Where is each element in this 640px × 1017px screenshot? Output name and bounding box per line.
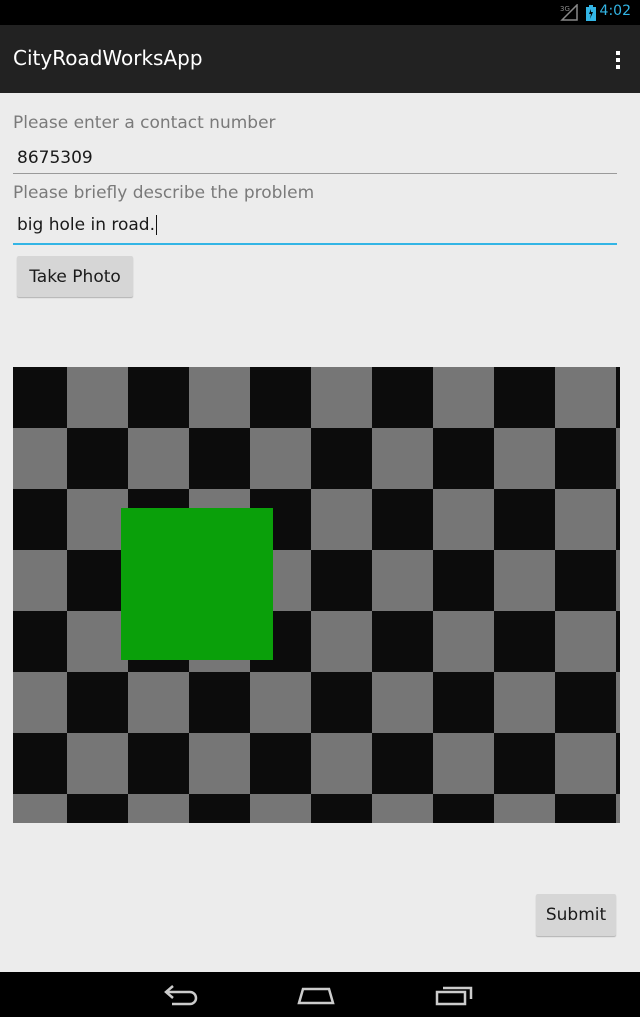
- checkerboard-photo: [13, 367, 620, 823]
- checker-square: [128, 428, 189, 489]
- problem-description-value: big hole in road.: [17, 215, 156, 235]
- checker-square: [555, 367, 616, 428]
- checker-square: [372, 794, 433, 823]
- checker-square: [67, 611, 128, 672]
- checker-square: [250, 672, 311, 733]
- home-icon[interactable]: [296, 984, 336, 1006]
- clock: 4:02: [599, 3, 631, 19]
- checker-square: [616, 550, 620, 611]
- checker-square: [128, 672, 189, 733]
- status-bar: 3G 4:02: [0, 0, 640, 25]
- checker-square: [555, 733, 616, 794]
- checker-square: [13, 428, 67, 489]
- checker-square: [13, 672, 67, 733]
- checker-square: [311, 611, 372, 672]
- contact-number-field[interactable]: [13, 142, 617, 174]
- checker-square: [311, 489, 372, 550]
- signal-icon: 3G: [560, 4, 578, 21]
- checker-square: [250, 794, 311, 823]
- app-title: CityRoadWorksApp: [13, 46, 203, 70]
- checker-square: [372, 550, 433, 611]
- checker-square: [67, 367, 128, 428]
- checker-square: [494, 428, 555, 489]
- green-square: [121, 508, 273, 660]
- checker-square: [433, 489, 494, 550]
- checker-square: [616, 794, 620, 823]
- checker-square: [311, 367, 372, 428]
- checker-square: [433, 733, 494, 794]
- svg-text:3G: 3G: [560, 5, 570, 13]
- checker-square: [67, 489, 128, 550]
- take-photo-button[interactable]: Take Photo: [17, 256, 133, 297]
- problem-description-field[interactable]: big hole in road.: [13, 211, 617, 245]
- checker-square: [616, 672, 620, 733]
- checker-square: [433, 367, 494, 428]
- checker-square: [67, 733, 128, 794]
- checker-square: [189, 367, 250, 428]
- checker-square: [311, 733, 372, 794]
- checker-square: [372, 672, 433, 733]
- text-caret: [156, 215, 158, 235]
- battery-icon: [586, 5, 596, 21]
- submit-button[interactable]: Submit: [536, 894, 616, 936]
- checker-square: [494, 794, 555, 823]
- back-icon[interactable]: [162, 984, 200, 1006]
- checker-square: [13, 550, 67, 611]
- overflow-menu-icon[interactable]: [608, 49, 628, 71]
- checker-square: [555, 489, 616, 550]
- problem-label: Please briefly describe the problem: [13, 183, 315, 203]
- checker-square: [494, 550, 555, 611]
- checker-square: [433, 611, 494, 672]
- action-bar: CityRoadWorksApp: [0, 25, 640, 93]
- checker-square: [128, 794, 189, 823]
- recents-icon[interactable]: [434, 984, 474, 1006]
- checker-square: [494, 672, 555, 733]
- checker-square: [555, 611, 616, 672]
- contact-label: Please enter a contact number: [13, 113, 276, 133]
- photo-preview: [13, 367, 620, 823]
- checker-square: [189, 733, 250, 794]
- navigation-bar: [0, 972, 640, 1017]
- checker-square: [372, 428, 433, 489]
- checker-square: [13, 794, 67, 823]
- checker-square: [250, 428, 311, 489]
- checker-square: [616, 428, 620, 489]
